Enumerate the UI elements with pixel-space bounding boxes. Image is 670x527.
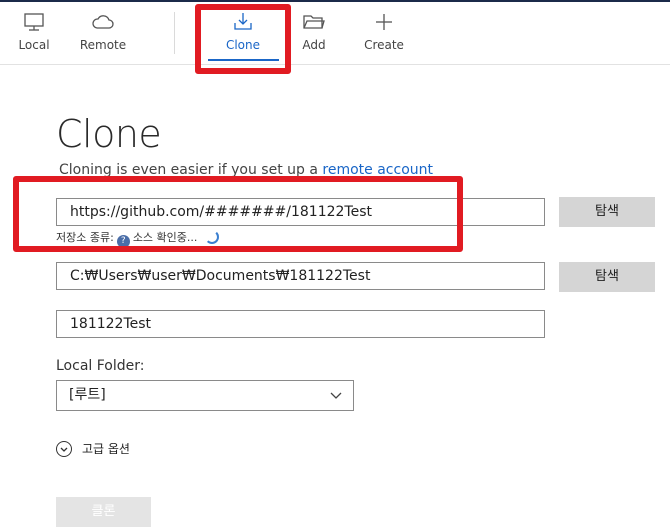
local-folder-select[interactable]: [루트]: [56, 380, 354, 411]
clone-submit-button[interactable]: 클론: [56, 497, 151, 527]
toolbar-add-label: Add: [302, 38, 326, 52]
folder-icon: [282, 12, 346, 34]
toolbar-remote-label: Remote: [79, 38, 127, 52]
cloud-icon: [71, 12, 135, 34]
toolbar-remote-button[interactable]: Remote: [71, 12, 135, 60]
destination-path-input[interactable]: C:₩Users₩user₩Documents₩181122Test: [56, 262, 545, 290]
toolbar-create-button[interactable]: Create: [352, 12, 416, 60]
toolbar-create-label: Create: [364, 38, 404, 52]
advanced-options-label: 고급 옵션: [82, 442, 130, 456]
destination-browse-button[interactable]: 탐색: [559, 262, 655, 292]
plus-icon: [352, 12, 416, 34]
local-folder-label: Local Folder:: [56, 358, 145, 374]
page-title: Clone: [56, 112, 162, 156]
toolbar-local-label: Local: [18, 38, 50, 52]
repo-name-input[interactable]: 181122Test: [56, 310, 545, 338]
toolbar: Local Remote Clone Add Create: [0, 2, 670, 65]
highlight-box-clone-tab: [195, 4, 291, 74]
expand-chevron-icon: [56, 441, 72, 457]
monitor-icon: [2, 12, 66, 34]
highlight-box-source: [13, 176, 463, 252]
source-browse-button[interactable]: 탐색: [559, 197, 655, 227]
local-folder-value: [루트]: [69, 387, 106, 403]
toolbar-add-button[interactable]: Add: [282, 12, 346, 60]
advanced-options-toggle[interactable]: 고급 옵션: [56, 440, 130, 457]
chevron-down-icon: [329, 381, 343, 421]
toolbar-separator: [174, 12, 175, 54]
toolbar-local-button[interactable]: Local: [2, 12, 66, 60]
